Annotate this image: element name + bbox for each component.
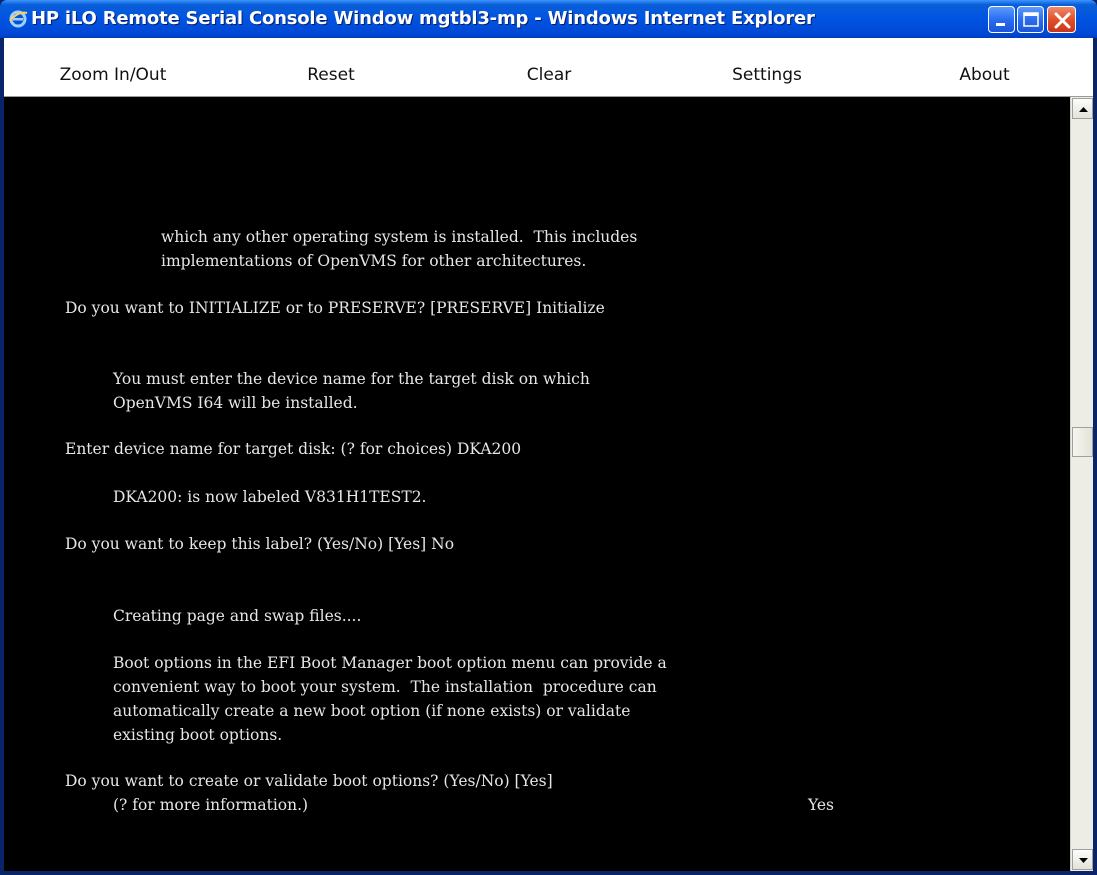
close-icon: [1054, 12, 1071, 29]
ie-icon: [8, 9, 28, 29]
console-line: You must enter the device name for the t…: [113, 370, 590, 388]
about-button[interactable]: About: [876, 63, 1093, 87]
console-line: Do you want to INITIALIZE or to PRESERVE…: [65, 299, 605, 317]
console-line: which any other operating system is inst…: [161, 228, 638, 246]
vertical-scrollbar[interactable]: [1070, 97, 1093, 871]
console-line: automatically create a new boot option (…: [113, 702, 631, 720]
scrollbar-thumb[interactable]: [1072, 427, 1093, 457]
console-line: existing boot options.: [113, 726, 283, 744]
console-line: OpenVMS I64 will be installed.: [113, 394, 358, 412]
console-toolbar: Zoom In/Out Reset Clear Settings About: [4, 38, 1093, 97]
scroll-down-button[interactable]: [1072, 849, 1093, 870]
console-line: DKA200: is now labeled V831H1TEST2.: [113, 488, 427, 506]
minimize-icon: [996, 23, 1005, 26]
scroll-up-button[interactable]: [1072, 98, 1093, 119]
browser-window: HP iLO Remote Serial Console Window mgtb…: [0, 0, 1097, 875]
arrow-up-icon: [1079, 107, 1088, 112]
minimize-button[interactable]: [988, 6, 1015, 33]
serial-console[interactable]: which any other operating system is inst…: [4, 97, 1070, 871]
arrow-down-icon: [1079, 858, 1088, 863]
client-area: Zoom In/Out Reset Clear Settings About w…: [4, 38, 1093, 871]
console-line: Creating page and swap files....: [113, 607, 362, 625]
maximize-icon: [1023, 12, 1039, 27]
console-line: implementations of OpenVMS for other arc…: [161, 252, 587, 270]
console-line: Do you want to create or validate boot o…: [65, 772, 553, 790]
reset-button[interactable]: Reset: [222, 63, 440, 87]
window-title: HP iLO Remote Serial Console Window mgtb…: [31, 8, 815, 29]
settings-button[interactable]: Settings: [658, 63, 876, 87]
zoom-button[interactable]: Zoom In/Out: [4, 63, 222, 87]
console-line: Do you want to keep this label? (Yes/No)…: [65, 535, 455, 553]
console-line: Boot options in the EFI Boot Manager boo…: [113, 654, 667, 672]
console-line: Yes: [808, 796, 835, 814]
title-bar[interactable]: HP iLO Remote Serial Console Window mgtb…: [0, 0, 1097, 38]
maximize-button[interactable]: [1017, 6, 1044, 33]
clear-button[interactable]: Clear: [440, 63, 658, 87]
console-line: Enter device name for target disk: (? fo…: [65, 440, 522, 458]
console-line: (? for more information.): [113, 796, 309, 814]
console-line: convenient way to boot your system. The …: [113, 678, 657, 696]
close-button[interactable]: [1047, 6, 1076, 33]
